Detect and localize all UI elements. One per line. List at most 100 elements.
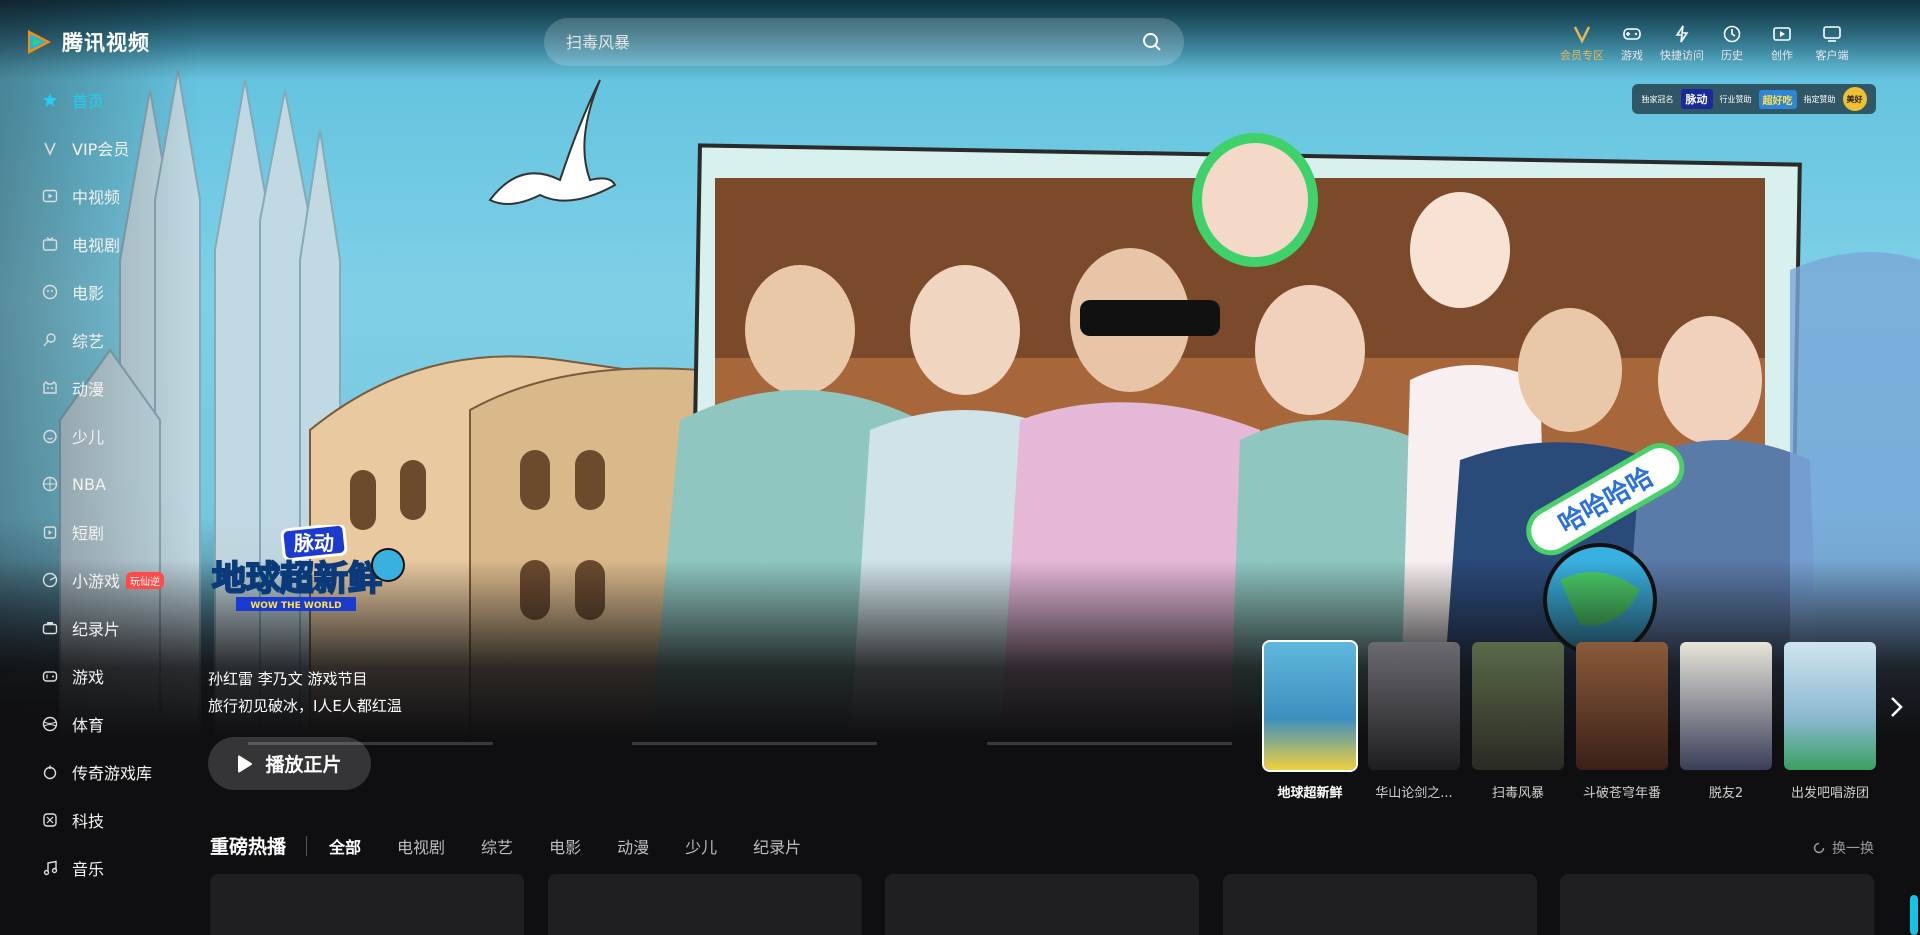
search-bar[interactable] bbox=[544, 18, 1184, 66]
monitor-icon bbox=[1823, 26, 1841, 42]
content-card[interactable] bbox=[1560, 874, 1874, 935]
thumb-title: 华山论剑之... bbox=[1375, 786, 1453, 801]
sidebar-item-short-drama[interactable]: 短剧 bbox=[42, 520, 104, 544]
carousel-progress-segment bbox=[987, 742, 1232, 745]
sidebar-item-home[interactable]: 首页 bbox=[42, 88, 104, 112]
sidebar-item-label: 科技 bbox=[72, 812, 105, 831]
sidebar-item-legend-games[interactable]: 传奇游戏库 bbox=[42, 760, 152, 784]
star-icon bbox=[43, 93, 57, 107]
basketball-icon bbox=[42, 476, 58, 492]
carousel-thumb[interactable]: 脱友2 bbox=[1680, 642, 1772, 801]
client-button[interactable]: 客户端 bbox=[1814, 24, 1850, 63]
tab-documentary[interactable]: 纪录片 bbox=[753, 834, 801, 858]
sponsor-label-2: 行业赞助 bbox=[1719, 94, 1752, 104]
sidebar-item-label: NBA bbox=[72, 474, 106, 494]
carousel-thumbnails: 地球超新鲜 华山论剑之... 扫毒风暴 斗破苍穹年番 脱友2 出发吧唱游团 bbox=[1262, 640, 1876, 801]
sidebar-item-vip[interactable]: VIP会员 bbox=[42, 136, 129, 160]
sidebar-item-games[interactable]: 游戏 bbox=[42, 664, 104, 688]
sidebar-item-music[interactable]: 音乐 bbox=[42, 856, 104, 880]
play-icon bbox=[238, 755, 253, 772]
sidebar-item-tv-series[interactable]: 电视剧 bbox=[42, 232, 120, 256]
sidebar-item-label: 电影 bbox=[72, 284, 105, 303]
logo-icon bbox=[28, 30, 51, 54]
quick-access-button[interactable]: 快捷访问 bbox=[1660, 24, 1704, 63]
vip-zone-button[interactable]: 会员专区 bbox=[1560, 24, 1604, 63]
show-title-logo[interactable]: 脉动 地球超新鲜 WOW THE WORLD bbox=[208, 525, 418, 615]
create-button[interactable]: 创作 bbox=[1764, 24, 1800, 63]
tab-anime[interactable]: 动漫 bbox=[617, 834, 649, 858]
sidebar-item-mini-games[interactable]: 小游戏 玩仙逆 bbox=[42, 568, 165, 592]
show-logo-brand: 脉动 bbox=[293, 531, 334, 555]
content-card[interactable] bbox=[885, 874, 1199, 935]
music-note-icon bbox=[43, 860, 58, 876]
thumb-title: 斗破苍穹年番 bbox=[1582, 786, 1661, 801]
play-button[interactable]: 播放正片 bbox=[208, 737, 371, 790]
lightning-icon bbox=[1675, 25, 1689, 43]
sidebar-item-variety[interactable]: 综艺 bbox=[42, 328, 104, 352]
sidebar-item-kids[interactable]: 少儿 bbox=[42, 424, 104, 448]
hero-description: 孙红雷 李乃文 游戏节目 旅行初见破冰，I人E人都红温 bbox=[208, 666, 402, 720]
sidebar-item-nba[interactable]: NBA bbox=[42, 472, 106, 496]
hot-section-header: 重磅热播 全部 电视剧 综艺 电影 动漫 少儿 纪录片 bbox=[210, 832, 837, 859]
tab-tv-series[interactable]: 电视剧 bbox=[397, 834, 445, 858]
hero-cast-line: 孙红雷 李乃文 游戏节目 bbox=[208, 670, 368, 688]
sidebar-item-label: 综艺 bbox=[72, 332, 105, 351]
sidebar-item-sports[interactable]: 体育 bbox=[42, 712, 104, 736]
games-button[interactable]: 游戏 bbox=[1614, 24, 1650, 63]
refresh-icon bbox=[1813, 842, 1825, 854]
sidebar-item-documentary[interactable]: 纪录片 bbox=[42, 616, 120, 640]
content-card[interactable] bbox=[548, 874, 862, 935]
history-label: 历史 bbox=[1721, 49, 1743, 62]
sidebar-item-movie[interactable]: 电影 bbox=[42, 280, 104, 304]
history-button[interactable]: 历史 bbox=[1714, 24, 1750, 63]
thumb-poster bbox=[1472, 642, 1564, 770]
scrollbar-thumb[interactable] bbox=[1910, 895, 1918, 935]
tab-kids[interactable]: 少儿 bbox=[685, 834, 717, 858]
carousel-thumb[interactable]: 出发吧唱游团 bbox=[1784, 642, 1876, 801]
sidebar-item-anime[interactable]: 动漫 bbox=[42, 376, 104, 400]
app-logo[interactable]: 腾讯视频 bbox=[24, 27, 150, 57]
ball-icon bbox=[42, 716, 58, 732]
content-card[interactable] bbox=[1223, 874, 1537, 935]
content-card[interactable] bbox=[210, 874, 524, 935]
sidebar-item-tech[interactable]: 科技 bbox=[42, 808, 104, 832]
chevron-right-icon[interactable] bbox=[1884, 694, 1908, 720]
create-icon bbox=[1773, 27, 1791, 41]
sidebar-item-label: 首页 bbox=[72, 92, 105, 111]
promo-badge: 玩仙逆 bbox=[126, 571, 165, 589]
search-icon[interactable] bbox=[1142, 32, 1162, 52]
vip-zone-label: 会员专区 bbox=[1560, 49, 1604, 62]
sidebar-item-label: 动漫 bbox=[72, 380, 105, 399]
sidebar-item-label: 短剧 bbox=[72, 524, 105, 543]
carousel-thumb[interactable]: 扫毒风暴 bbox=[1472, 642, 1564, 801]
thumb-title: 地球超新鲜 bbox=[1277, 786, 1343, 801]
refresh-button[interactable]: 换一换 bbox=[1812, 838, 1874, 858]
thumb-title: 脱友2 bbox=[1708, 786, 1744, 801]
gamepad-icon bbox=[42, 671, 58, 682]
sidebar-item-mid-video[interactable]: 中视频 bbox=[42, 184, 120, 208]
sponsor-label-3: 指定赞助 bbox=[1803, 94, 1836, 104]
film-reel-icon bbox=[42, 284, 58, 300]
thumb-poster bbox=[1576, 642, 1668, 770]
tab-variety[interactable]: 综艺 bbox=[481, 834, 513, 858]
sponsor-label-1: 独家冠名 bbox=[1641, 94, 1674, 104]
top-actions: 会员专区 游戏 快捷访问 历史 创作 客户端 bbox=[1560, 24, 1850, 63]
carousel-thumb[interactable]: 斗破苍穹年番 bbox=[1576, 642, 1668, 801]
tv-icon bbox=[42, 236, 58, 251]
thumb-poster bbox=[1784, 642, 1876, 770]
tab-all[interactable]: 全部 bbox=[329, 834, 361, 858]
tab-movie[interactable]: 电影 bbox=[549, 834, 581, 858]
thumb-poster bbox=[1262, 640, 1358, 772]
carousel-thumb[interactable]: 华山论剑之... bbox=[1368, 642, 1460, 801]
child-face-icon bbox=[43, 429, 57, 444]
sidebar-item-label: 小游戏 bbox=[72, 572, 121, 591]
sponsor-strip[interactable]: 独家冠名 脉动 行业赞助 超好吃 指定赞助 美好 bbox=[1632, 84, 1876, 114]
search-input[interactable] bbox=[566, 32, 1086, 52]
play-button-label: 播放正片 bbox=[265, 754, 342, 776]
sponsor-brand-3: 美好 bbox=[1842, 87, 1867, 111]
sidebar-item-label: 游戏 bbox=[72, 668, 105, 687]
games-label: 游戏 bbox=[1621, 49, 1643, 62]
show-logo-title: 地球超新鲜 bbox=[212, 559, 382, 599]
carousel-thumb[interactable]: 地球超新鲜 bbox=[1262, 640, 1358, 801]
sidebar-item-label: 传奇游戏库 bbox=[72, 764, 153, 783]
